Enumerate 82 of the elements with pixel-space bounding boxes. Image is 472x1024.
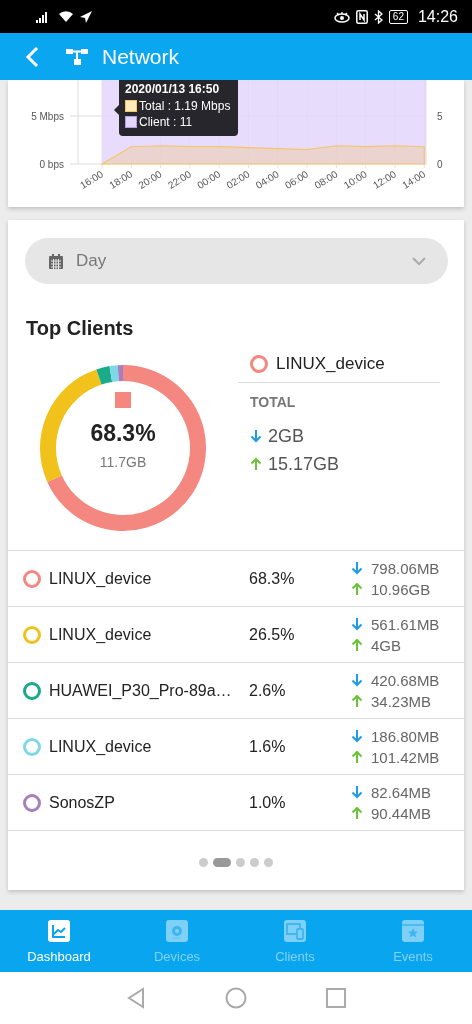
legend-swatch <box>125 116 137 128</box>
download-amount: 798.06MB <box>371 559 440 577</box>
download-arrow-icon <box>351 673 363 687</box>
donut-segment[interactable] <box>109 365 119 382</box>
client-name: LINUX_device <box>49 569 153 588</box>
back-icon[interactable] <box>125 987 147 1009</box>
share-percent: 68.3% <box>90 420 156 447</box>
bluetooth-icon <box>373 9 383 24</box>
download-amount: 82.64MB <box>371 783 432 801</box>
battery-indicator: 62 <box>388 9 408 24</box>
section-title: Top Clients <box>26 317 135 340</box>
devices-icon <box>165 918 189 943</box>
client-row[interactable]: LINUX_device 68.3% 798.06MB 10.96GB <box>8 550 464 606</box>
clock: 14:26 <box>417 7 458 26</box>
back-icon[interactable] <box>25 45 39 68</box>
events-icon <box>401 918 425 943</box>
tooltip-title: 2020/01/13 16:50 <box>125 82 221 96</box>
nfc-icon <box>355 9 368 24</box>
client-name: HUAWEI_P30_Pro-89a… <box>49 681 233 700</box>
download-arrow-icon <box>351 617 363 631</box>
share-percent: 1.6% <box>249 737 287 756</box>
page-indicator-dot[interactable] <box>236 858 245 867</box>
client-name: LINUX_device <box>276 354 385 374</box>
upload-amount: 10.96GB <box>371 580 431 598</box>
send-icon <box>80 10 92 23</box>
download-amount: 420.68MB <box>371 671 440 689</box>
upload-amount: 34.23MB <box>371 692 432 710</box>
client-row[interactable]: LINUX_device 26.5% 561.61MB 4GB <box>8 606 464 662</box>
y-axis-label: 5 Mbps <box>31 111 64 122</box>
upload-arrow-icon <box>351 750 363 764</box>
download-arrow-icon <box>351 785 363 799</box>
download-arrow-icon <box>250 429 262 443</box>
upload-amount: 90.44MB <box>371 804 432 822</box>
page-indicator-dot[interactable] <box>250 858 259 867</box>
x-axis-label: 00:00 <box>195 168 223 191</box>
recent-apps-icon[interactable] <box>325 987 347 1009</box>
page-indicator-dot[interactable] <box>199 858 208 867</box>
wifi-icon <box>58 10 74 23</box>
client-row[interactable]: HUAWEI_P30_Pro-89a… 2.6% 420.68MB 34.23MB <box>8 662 464 718</box>
home-icon[interactable] <box>225 987 247 1009</box>
upload-amount: 101.42MB <box>371 748 440 766</box>
upload-arrow-icon <box>351 806 363 820</box>
download-arrow-icon <box>351 729 363 743</box>
tooltip-value: Client : 11 <box>139 114 193 130</box>
share-percent: 26.5% <box>249 625 296 644</box>
upload-arrow-icon <box>250 457 262 471</box>
chevron-down-icon <box>412 256 426 266</box>
y-axis-label: 0 bps <box>39 159 64 170</box>
download-amount: 561.61MB <box>371 615 440 633</box>
eye-icon <box>333 10 350 23</box>
legend-swatch <box>125 100 137 112</box>
download-arrow-icon <box>351 561 363 575</box>
y-axis-label: 0 <box>437 159 443 170</box>
clients-icon <box>283 918 307 943</box>
client-name: LINUX_device <box>49 737 153 756</box>
client-name: LINUX_device <box>49 625 153 644</box>
total-label: TOTAL <box>250 394 297 410</box>
network-topology-icon <box>66 47 88 66</box>
client-row[interactable]: LINUX_device 1.6% 186.80MB 101.42MB <box>8 718 464 774</box>
upload-amount: 15.17GB <box>268 453 340 475</box>
upload-arrow-icon <box>351 582 363 596</box>
page-indicator-dot[interactable] <box>264 858 273 867</box>
usage-amount: 11.7GB <box>99 454 147 470</box>
share-percent: 68.3% <box>249 569 296 588</box>
donut-segment[interactable] <box>47 365 206 531</box>
tooltip-value: Total : 1.19 Mbps <box>139 98 231 114</box>
calendar-icon <box>49 253 63 269</box>
donut-segment[interactable] <box>117 365 123 382</box>
upload-amount: 4GB <box>371 636 401 654</box>
upload-arrow-icon <box>351 694 363 708</box>
period-dropdown[interactable]: Day <box>25 238 448 284</box>
download-amount: 2GB <box>268 425 305 447</box>
screen-title: Network <box>102 44 180 69</box>
client-row[interactable]: SonosZP 1.0% 82.64MB 90.44MB <box>8 774 464 830</box>
donut-segment[interactable] <box>96 366 113 385</box>
share-percent: 2.6% <box>249 681 287 700</box>
share-percent: 1.0% <box>249 793 287 812</box>
download-amount: 186.80MB <box>371 727 440 745</box>
upload-arrow-icon <box>351 638 363 652</box>
dashboard-icon <box>47 918 71 943</box>
y-axis-label: 5 <box>437 111 443 122</box>
client-name: SonosZP <box>49 793 116 812</box>
